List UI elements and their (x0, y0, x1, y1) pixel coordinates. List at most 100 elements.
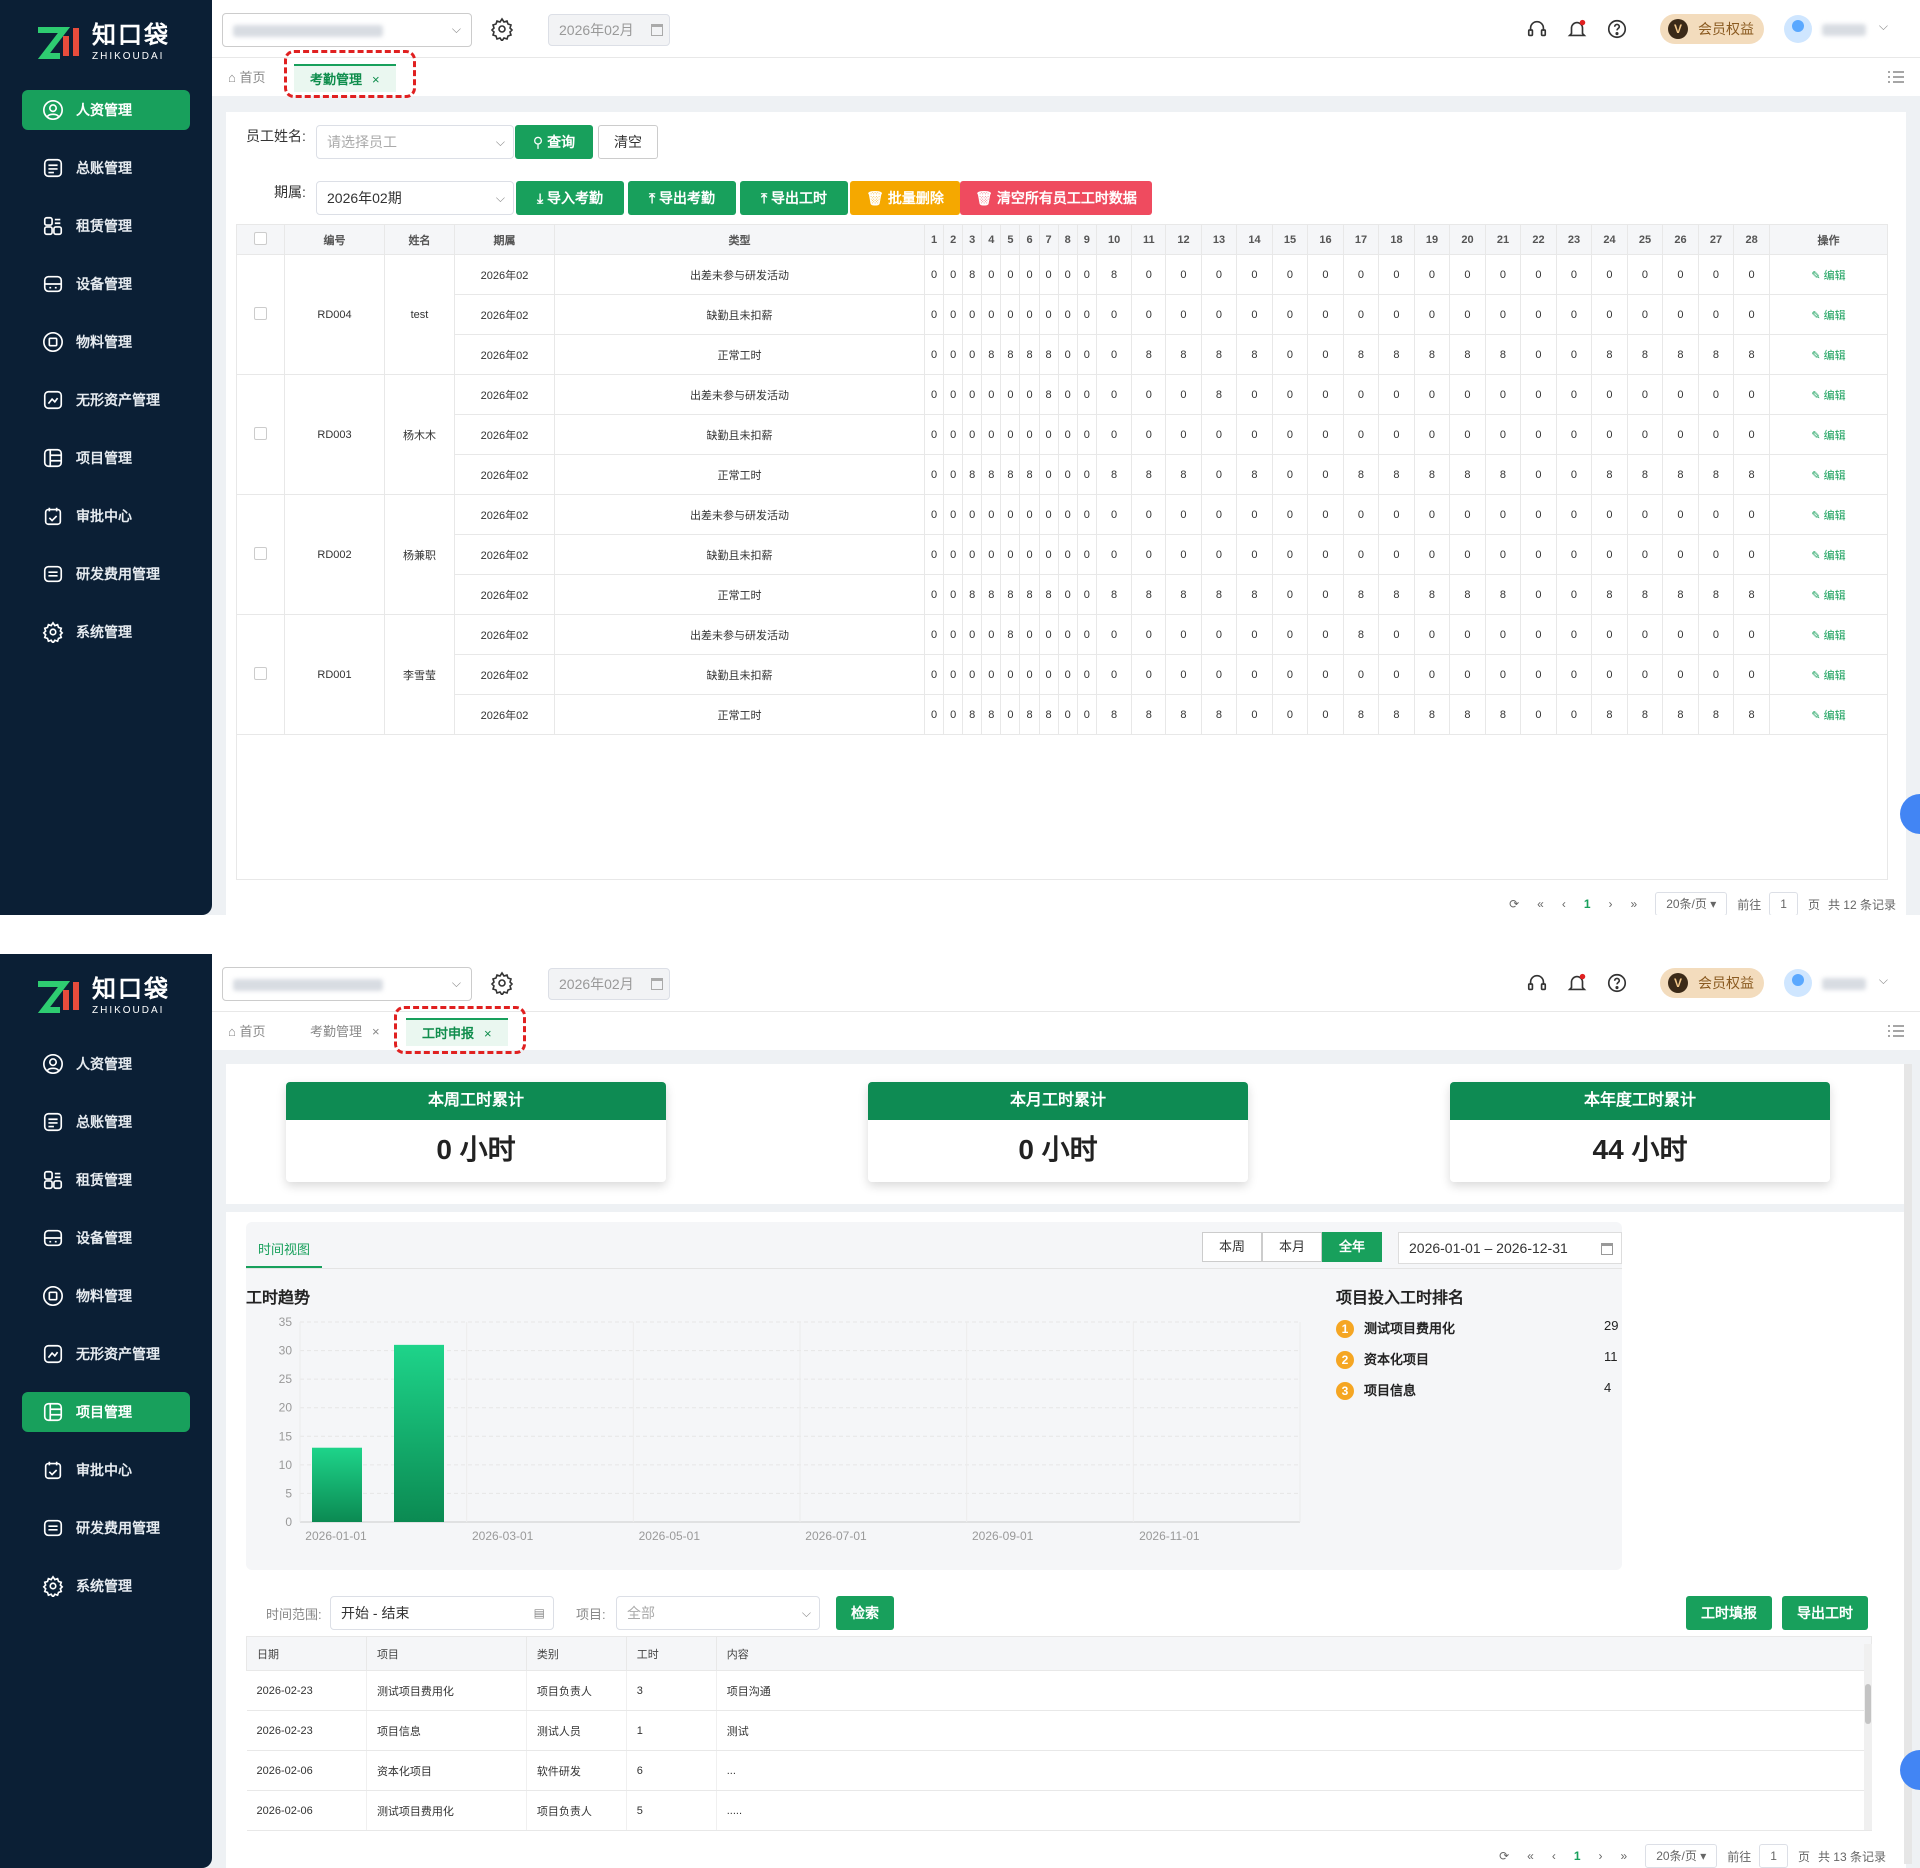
edit-button[interactable]: ✎ 编辑 (1769, 414, 1888, 455)
first-page-icon[interactable]: « (1537, 897, 1544, 911)
vip-badge[interactable]: V 会员权益 (1660, 14, 1764, 44)
range-month-button[interactable]: 本月 (1262, 1232, 1322, 1262)
date-range-picker[interactable]: 2026-01-01 – 2026-12-31 (1398, 1232, 1622, 1264)
period-date-picker[interactable]: 2026年02月 (548, 968, 670, 1000)
edit-button[interactable]: ✎ 编辑 (1769, 614, 1888, 655)
tab-time-view[interactable]: 时间视图 (246, 1232, 322, 1268)
query-button[interactable]: ⚲ 查询 (515, 125, 593, 159)
next-page-icon[interactable]: › (1599, 1849, 1603, 1863)
menu-item-approval[interactable]: 审批中心 (22, 1450, 190, 1490)
menu-item-project[interactable]: 项目管理 (22, 438, 190, 478)
menu-item-ledger[interactable]: 总账管理 (22, 1102, 190, 1142)
prev-page-icon[interactable]: ‹ (1562, 897, 1566, 911)
edit-button[interactable]: ✎ 编辑 (1769, 374, 1888, 415)
edit-button[interactable]: ✎ 编辑 (1769, 334, 1888, 375)
tab-attendance[interactable]: 考勤管理 × (310, 1018, 380, 1046)
edit-button[interactable]: ✎ 编辑 (1769, 294, 1888, 335)
menu-item-material[interactable]: 物料管理 (22, 1276, 190, 1316)
menu-item-hr[interactable]: 人资管理 (22, 90, 190, 130)
last-page-icon[interactable]: » (1621, 1849, 1628, 1863)
menu-item-intangible[interactable]: 无形资产管理 (22, 380, 190, 420)
table-row[interactable]: 2026-02-06 测试项目费用化 项目负责人 5..... (246, 1790, 1873, 1831)
menu-item-system[interactable]: 系统管理 (22, 1566, 190, 1606)
menu-item-rd-cost[interactable]: 研发费用管理 (22, 1508, 190, 1548)
edit-button[interactable]: ✎ 编辑 (1769, 574, 1888, 615)
period-select[interactable]: 2026年02期 ⌵ (316, 181, 514, 215)
edit-button[interactable]: ✎ 编辑 (1769, 454, 1888, 495)
settings-gear-icon[interactable] (490, 971, 514, 995)
menu-item-project[interactable]: 项目管理 (22, 1392, 190, 1432)
clear-all-hours-button[interactable]: 🗑 清空所有员工工时数据 (960, 181, 1152, 215)
menu-item-intangible[interactable]: 无形资产管理 (22, 1334, 190, 1374)
import-attendance-button[interactable]: ⤓ 导入考勤 (516, 181, 624, 215)
export-hours-button[interactable]: ⤒ 导出工时 (740, 181, 848, 215)
vip-badge[interactable]: V 会员权益 (1660, 968, 1764, 998)
menu-item-approval[interactable]: 审批中心 (22, 496, 190, 536)
current-page[interactable]: 1 (1574, 1849, 1581, 1863)
refresh-icon[interactable]: ⟳ (1499, 1849, 1509, 1863)
export-hours-button[interactable]: 导出工时 (1782, 1596, 1868, 1630)
next-page-icon[interactable]: › (1609, 897, 1613, 911)
select-all-checkbox[interactable] (236, 224, 285, 255)
report-hours-button[interactable]: 工时填报 (1686, 1596, 1772, 1630)
goto-input[interactable]: 1 (1769, 892, 1798, 915)
headset-icon[interactable] (1526, 18, 1548, 40)
export-attendance-button[interactable]: ⤒ 导出考勤 (628, 181, 736, 215)
headset-icon[interactable] (1526, 972, 1548, 994)
period-date-picker[interactable]: 2026年02月 (548, 14, 670, 46)
range-year-button[interactable]: 全年 (1322, 1232, 1382, 1262)
row-checkbox[interactable] (236, 254, 285, 375)
menu-item-material[interactable]: 物料管理 (22, 322, 190, 362)
row-checkbox[interactable] (236, 494, 285, 615)
company-select[interactable]: ⌵ (222, 967, 472, 1001)
menu-item-lease[interactable]: 租赁管理 (22, 1160, 190, 1200)
avatar[interactable] (1784, 15, 1812, 43)
time-range-input[interactable]: 开始 - 结束 ▤ (330, 1596, 554, 1630)
edit-button[interactable]: ✎ 编辑 (1769, 694, 1888, 735)
last-page-icon[interactable]: » (1631, 897, 1638, 911)
prev-page-icon[interactable]: ‹ (1552, 1849, 1556, 1863)
batch-delete-button[interactable]: 🗑 批量删除 (850, 181, 960, 215)
edit-button[interactable]: ✎ 编辑 (1769, 534, 1888, 575)
bell-icon[interactable] (1566, 18, 1588, 40)
chevron-down-icon[interactable]: ⌵ (1879, 973, 1888, 988)
tab-list-icon[interactable] (1888, 1024, 1904, 1038)
close-icon[interactable]: × (372, 1024, 380, 1039)
page-size-select[interactable]: 20条/页 ▾ (1655, 892, 1728, 915)
edit-button[interactable]: ✎ 编辑 (1769, 494, 1888, 535)
tab-list-icon[interactable] (1888, 70, 1904, 84)
row-checkbox[interactable] (236, 374, 285, 495)
help-icon[interactable] (1606, 972, 1628, 994)
menu-item-hr[interactable]: 人资管理 (22, 1044, 190, 1084)
search-button[interactable]: 检索 (836, 1596, 894, 1630)
tab-home[interactable]: ⌂ 首页 (228, 64, 266, 92)
page-size-select[interactable]: 20条/页 ▾ (1645, 1844, 1718, 1868)
menu-item-lease[interactable]: 租赁管理 (22, 206, 190, 246)
first-page-icon[interactable]: « (1527, 1849, 1534, 1863)
tab-home[interactable]: ⌂ 首页 (228, 1018, 266, 1046)
table-scrollbar[interactable] (1864, 1644, 1872, 1830)
menu-item-rd-cost[interactable]: 研发费用管理 (22, 554, 190, 594)
project-select[interactable]: 全部 ⌵ (616, 1596, 820, 1630)
menu-item-system[interactable]: 系统管理 (22, 612, 190, 652)
range-week-button[interactable]: 本周 (1202, 1232, 1262, 1262)
bell-icon[interactable] (1566, 972, 1588, 994)
page-scrollbar[interactable] (1904, 1064, 1912, 1864)
employee-select[interactable]: 请选择员工 ⌵ (316, 125, 514, 159)
menu-item-equipment[interactable]: 设备管理 (22, 1218, 190, 1258)
refresh-icon[interactable]: ⟳ (1509, 897, 1519, 911)
edit-button[interactable]: ✎ 编辑 (1769, 654, 1888, 695)
table-row[interactable]: 2026-02-23 测试项目费用化 项目负责人 3 项目沟通 (246, 1670, 1873, 1711)
clear-button[interactable]: 清空 (598, 125, 658, 159)
help-icon[interactable] (1606, 18, 1628, 40)
table-row[interactable]: 2026-02-23 项目信息 测试人员 1 测试 (246, 1710, 1873, 1751)
menu-item-equipment[interactable]: 设备管理 (22, 264, 190, 304)
table-row[interactable]: 2026-02-06 资本化项目 软件研发 6... (246, 1750, 1873, 1791)
goto-input[interactable]: 1 (1759, 1844, 1788, 1868)
row-checkbox[interactable] (236, 614, 285, 735)
edit-button[interactable]: ✎ 编辑 (1769, 254, 1888, 295)
avatar[interactable] (1784, 969, 1812, 997)
settings-gear-icon[interactable] (490, 17, 514, 41)
chevron-down-icon[interactable]: ⌵ (1879, 19, 1888, 34)
company-select[interactable]: ⌵ (222, 13, 472, 47)
